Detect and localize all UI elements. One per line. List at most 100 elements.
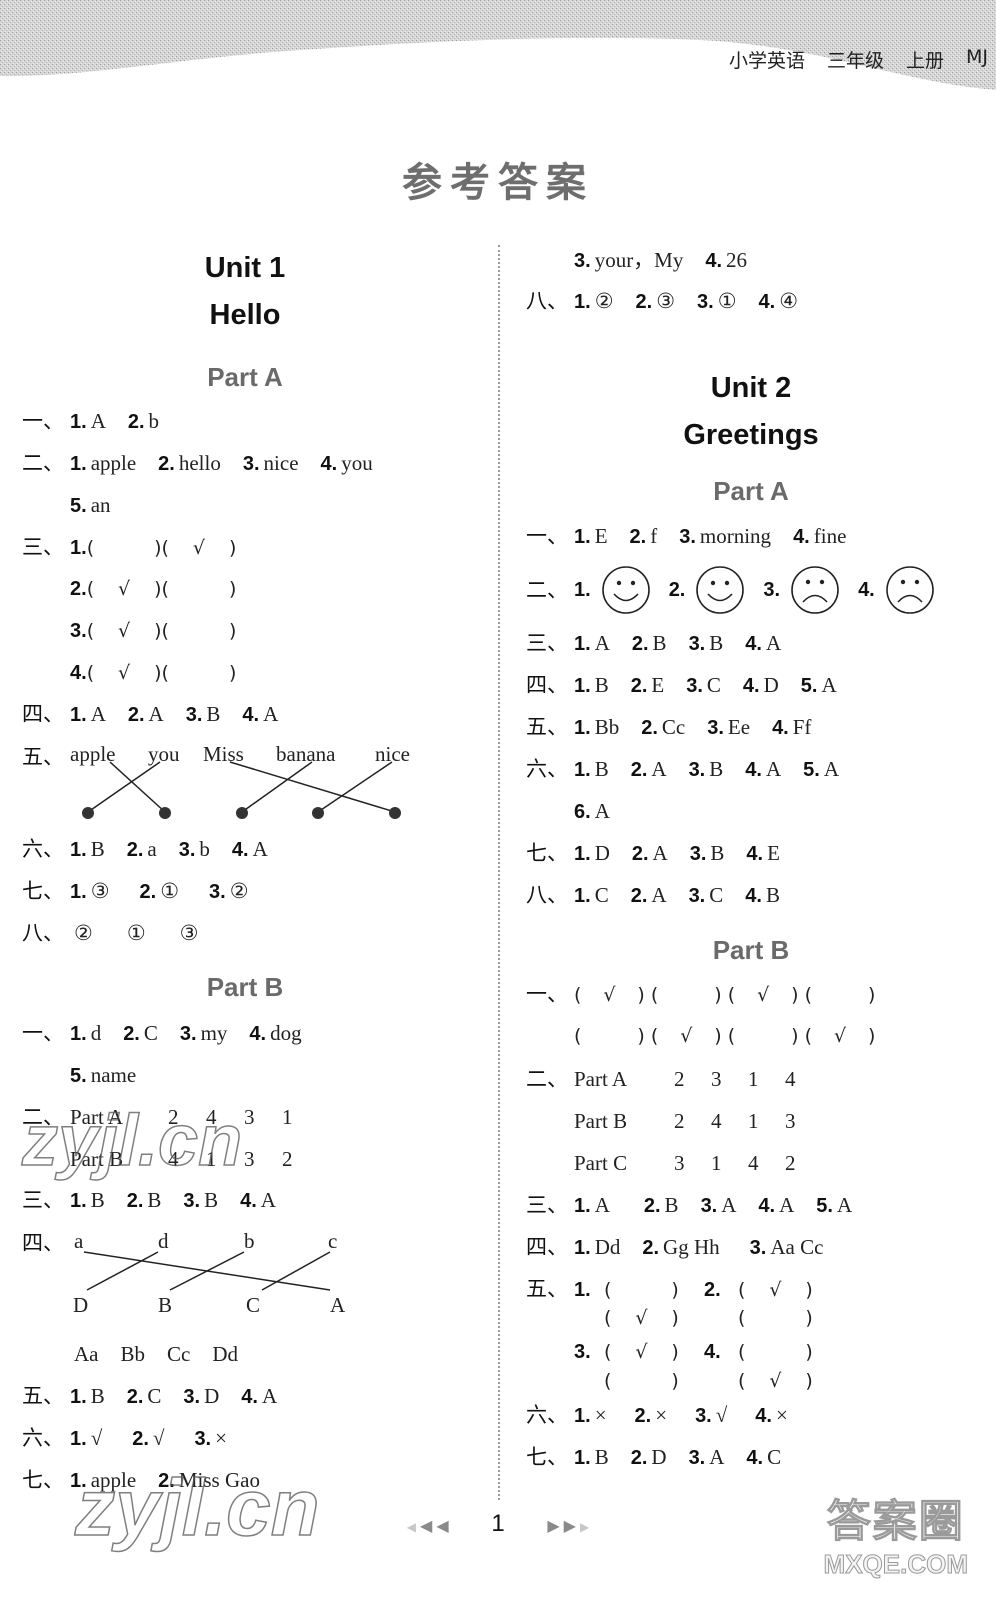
u2b-q1-row1: 一、 (√) () (√) () — [526, 982, 876, 1006]
question-number: 四、 — [526, 1235, 568, 1259]
question-number: 一、 — [22, 1021, 64, 1045]
question-number: 七、 — [22, 1468, 64, 1492]
match-dot — [312, 807, 324, 819]
match-letter-bottom: D — [73, 1293, 89, 1317]
u1b-q1: 一、 1. d 2. C 3. my 4. dog — [22, 1021, 302, 1045]
question-number: 五、 — [526, 1277, 568, 1301]
question-number: 四、 — [526, 673, 568, 697]
u1b-q7-cont: 3. your，My 4. 26 — [574, 248, 748, 272]
u1a-q4: 四、 1. A 2. A 3. B 4. A — [22, 702, 279, 726]
u2b-q6: 六、 1. × 2. × 3. √ 4. × — [526, 1403, 788, 1427]
happy-face-icon — [601, 566, 650, 614]
u1a-q3-row4: 4. (√)() — [70, 662, 237, 684]
u1a-q3-row1: 三、 1. ()(√) — [22, 535, 237, 559]
next-page-icon[interactable]: ▶ — [547, 1518, 559, 1535]
u1b-q8: 八、 1. ② 2. ③ 3. ① 4. ④ — [526, 289, 799, 313]
u1a-q3-row3: 3. (√)() — [70, 620, 237, 642]
edition-label: MJ — [966, 46, 988, 68]
prev-page-icon[interactable]: ◀ — [420, 1518, 432, 1535]
sad-face-icon — [791, 566, 839, 614]
u2a-q6: 六、 1. B 2. A 3. B 4. A 5. A — [526, 757, 839, 781]
question-number: 三、 — [526, 1193, 568, 1217]
u2b-q5-row1: 五、 1. () 2. (√) — [526, 1277, 813, 1301]
page-navigator: ◀ ◀ ◀ 1 ▶ ▶ ▶ — [0, 1510, 996, 1538]
u2b-q2-row3: Part C 3 1 4 2 — [574, 1151, 796, 1175]
question-number: 六、 — [526, 757, 568, 781]
u2b-q5-row2: (√) () — [604, 1307, 813, 1329]
subject-label: 小学英语 — [728, 50, 805, 72]
u2b-q1-row2: () (√) () (√) — [574, 1025, 876, 1047]
question-number: 一、 — [526, 982, 568, 1006]
question-number: 二、 — [526, 578, 568, 602]
prev-page-icon[interactable]: ◀ — [436, 1518, 448, 1535]
watermark-zyjl: zyjl.cn — [21, 1100, 243, 1182]
u2a-q3: 三、 1. A 2. B 3. B 4. A — [526, 631, 782, 655]
u1a-q6: 六、 1. B 2. a 3. b 4. A — [22, 837, 268, 861]
match-dot — [236, 807, 248, 819]
match-line — [169, 1251, 245, 1291]
question-number: 二、 — [22, 451, 64, 475]
u2a-q1: 一、 1. E 2. f 3. morning 4. fine — [526, 524, 847, 548]
question-number: 六、 — [526, 1403, 568, 1427]
next-page-icon[interactable]: ▶ — [564, 1518, 576, 1535]
u1a-q7: 七、 1. ③ 2. ① 3. ② — [22, 879, 249, 903]
question-number: 三、 — [526, 631, 568, 655]
watermark-zyjl: zyjl.cn — [74, 1462, 320, 1553]
unit-2-title: Unit 2 — [710, 372, 792, 404]
question-number: 三、 — [22, 1188, 64, 1212]
u1a-q2: 二、 1. apple 2. hello 3. nice 4. you — [22, 451, 373, 475]
u2b-q5-row4: () (√) — [604, 1370, 813, 1392]
question-number: 五、 — [526, 715, 568, 739]
u2b-q7: 七、 1. B 2. D 3. A 4. C — [526, 1445, 782, 1469]
last-page-icon[interactable]: ▶ — [580, 1520, 589, 1534]
grade-label: 三年级 — [826, 50, 884, 72]
u1a-q1: 一、 1. A 2. b — [22, 409, 160, 433]
unit-1-title: Unit 1 — [204, 252, 286, 284]
watermark-text: MXQE.COM — [823, 1549, 968, 1580]
match-line — [87, 761, 161, 813]
u2a-q6-cont: 6. A — [574, 799, 610, 823]
u1b-q4-pairs: Aa Bb Cc Dd — [74, 1342, 239, 1366]
question-number: 八、 — [526, 883, 568, 907]
word-matching-diagram — [82, 761, 401, 819]
match-letter-bottom: C — [246, 1293, 261, 1317]
u1a-q3-row2: 2. (√)() — [70, 578, 237, 600]
unit-1-part-a-title: Part A — [207, 362, 283, 392]
unit-2-name: Greetings — [683, 419, 819, 451]
column-divider — [498, 245, 500, 1500]
question-number: 一、 — [22, 409, 64, 433]
unit-2-part-a-title: Part A — [713, 476, 789, 506]
unit-2-part-b-title: Part B — [712, 935, 790, 965]
question-number: 七、 — [22, 879, 64, 903]
match-line — [229, 761, 396, 813]
u1b-q3: 三、 1. B 2. B 3. B 4. A — [22, 1188, 276, 1212]
question-number: 六、 — [22, 1426, 64, 1450]
match-dot — [389, 807, 401, 819]
u1a-q8: 八、 ② ① ③ — [22, 921, 199, 945]
first-page-icon[interactable]: ◀ — [407, 1520, 416, 1534]
page-title: 参考答案 — [402, 160, 594, 206]
question-number: 八、 — [22, 921, 64, 945]
u1b-q1-cont: 5. name — [70, 1063, 137, 1087]
book-info: 小学英语 三年级 上册 MJ — [729, 46, 988, 73]
page-number: 1 — [491, 1510, 505, 1537]
volume-label: 上册 — [905, 50, 944, 72]
question-number: 四、 — [22, 702, 64, 726]
question-number: 七、 — [526, 841, 568, 865]
question-number: 七、 — [526, 1445, 568, 1469]
u2a-q2: 二、 1. 2. 3. 4. — [526, 566, 953, 614]
sad-face-icon — [885, 566, 934, 614]
u2a-q4: 四、 1. B 2. E 3. C 4. D 5. A — [526, 673, 837, 697]
u2b-q2-row2: Part B 2 4 1 3 — [574, 1109, 796, 1133]
u2a-q8: 八、 1. C 2. A 3. C 4. B — [526, 883, 780, 907]
question-number: 三、 — [22, 535, 64, 559]
question-number: 八、 — [526, 289, 568, 313]
match-dot — [159, 807, 171, 819]
happy-face-icon — [696, 566, 745, 614]
u2b-q4: 四、 1. Dd 2. Gg Hh 3. Aa Cc — [526, 1235, 824, 1259]
question-number: 五、 — [22, 1384, 64, 1408]
unit-1-part-b-title: Part B — [206, 972, 284, 1002]
u2b-q2-row1: 二、 Part A 2 3 1 4 — [526, 1067, 796, 1091]
question-number: 一、 — [526, 524, 568, 548]
u1a-q2-cont: 5. an — [70, 493, 111, 517]
